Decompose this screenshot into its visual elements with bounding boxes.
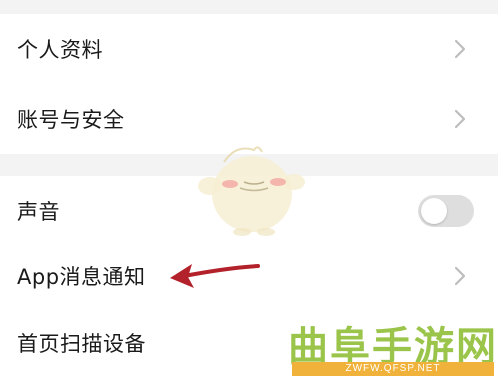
watermark-url: ZWFW.QFSP.NET — [345, 363, 441, 374]
toggle-knob — [421, 198, 447, 224]
annotation-arrow-icon — [170, 264, 260, 288]
top-spacer — [0, 0, 498, 14]
settings-group-profile: 个人资料 账号与安全 — [0, 14, 498, 154]
chevron-right-icon — [454, 266, 466, 286]
settings-row-label: 声音 — [17, 200, 60, 224]
sound-toggle[interactable] — [418, 195, 474, 227]
chevron-right-icon — [454, 109, 466, 129]
mascot-watermark-icon — [198, 146, 305, 236]
chevron-right-icon — [454, 39, 466, 59]
settings-row-profile[interactable]: 个人资料 — [0, 14, 498, 84]
settings-row-label: 个人资料 — [17, 38, 103, 62]
settings-row-label: 账号与安全 — [17, 108, 125, 132]
settings-row-label: App消息通知 — [17, 265, 146, 289]
settings-row-label: 首页扫描设备 — [17, 332, 146, 356]
